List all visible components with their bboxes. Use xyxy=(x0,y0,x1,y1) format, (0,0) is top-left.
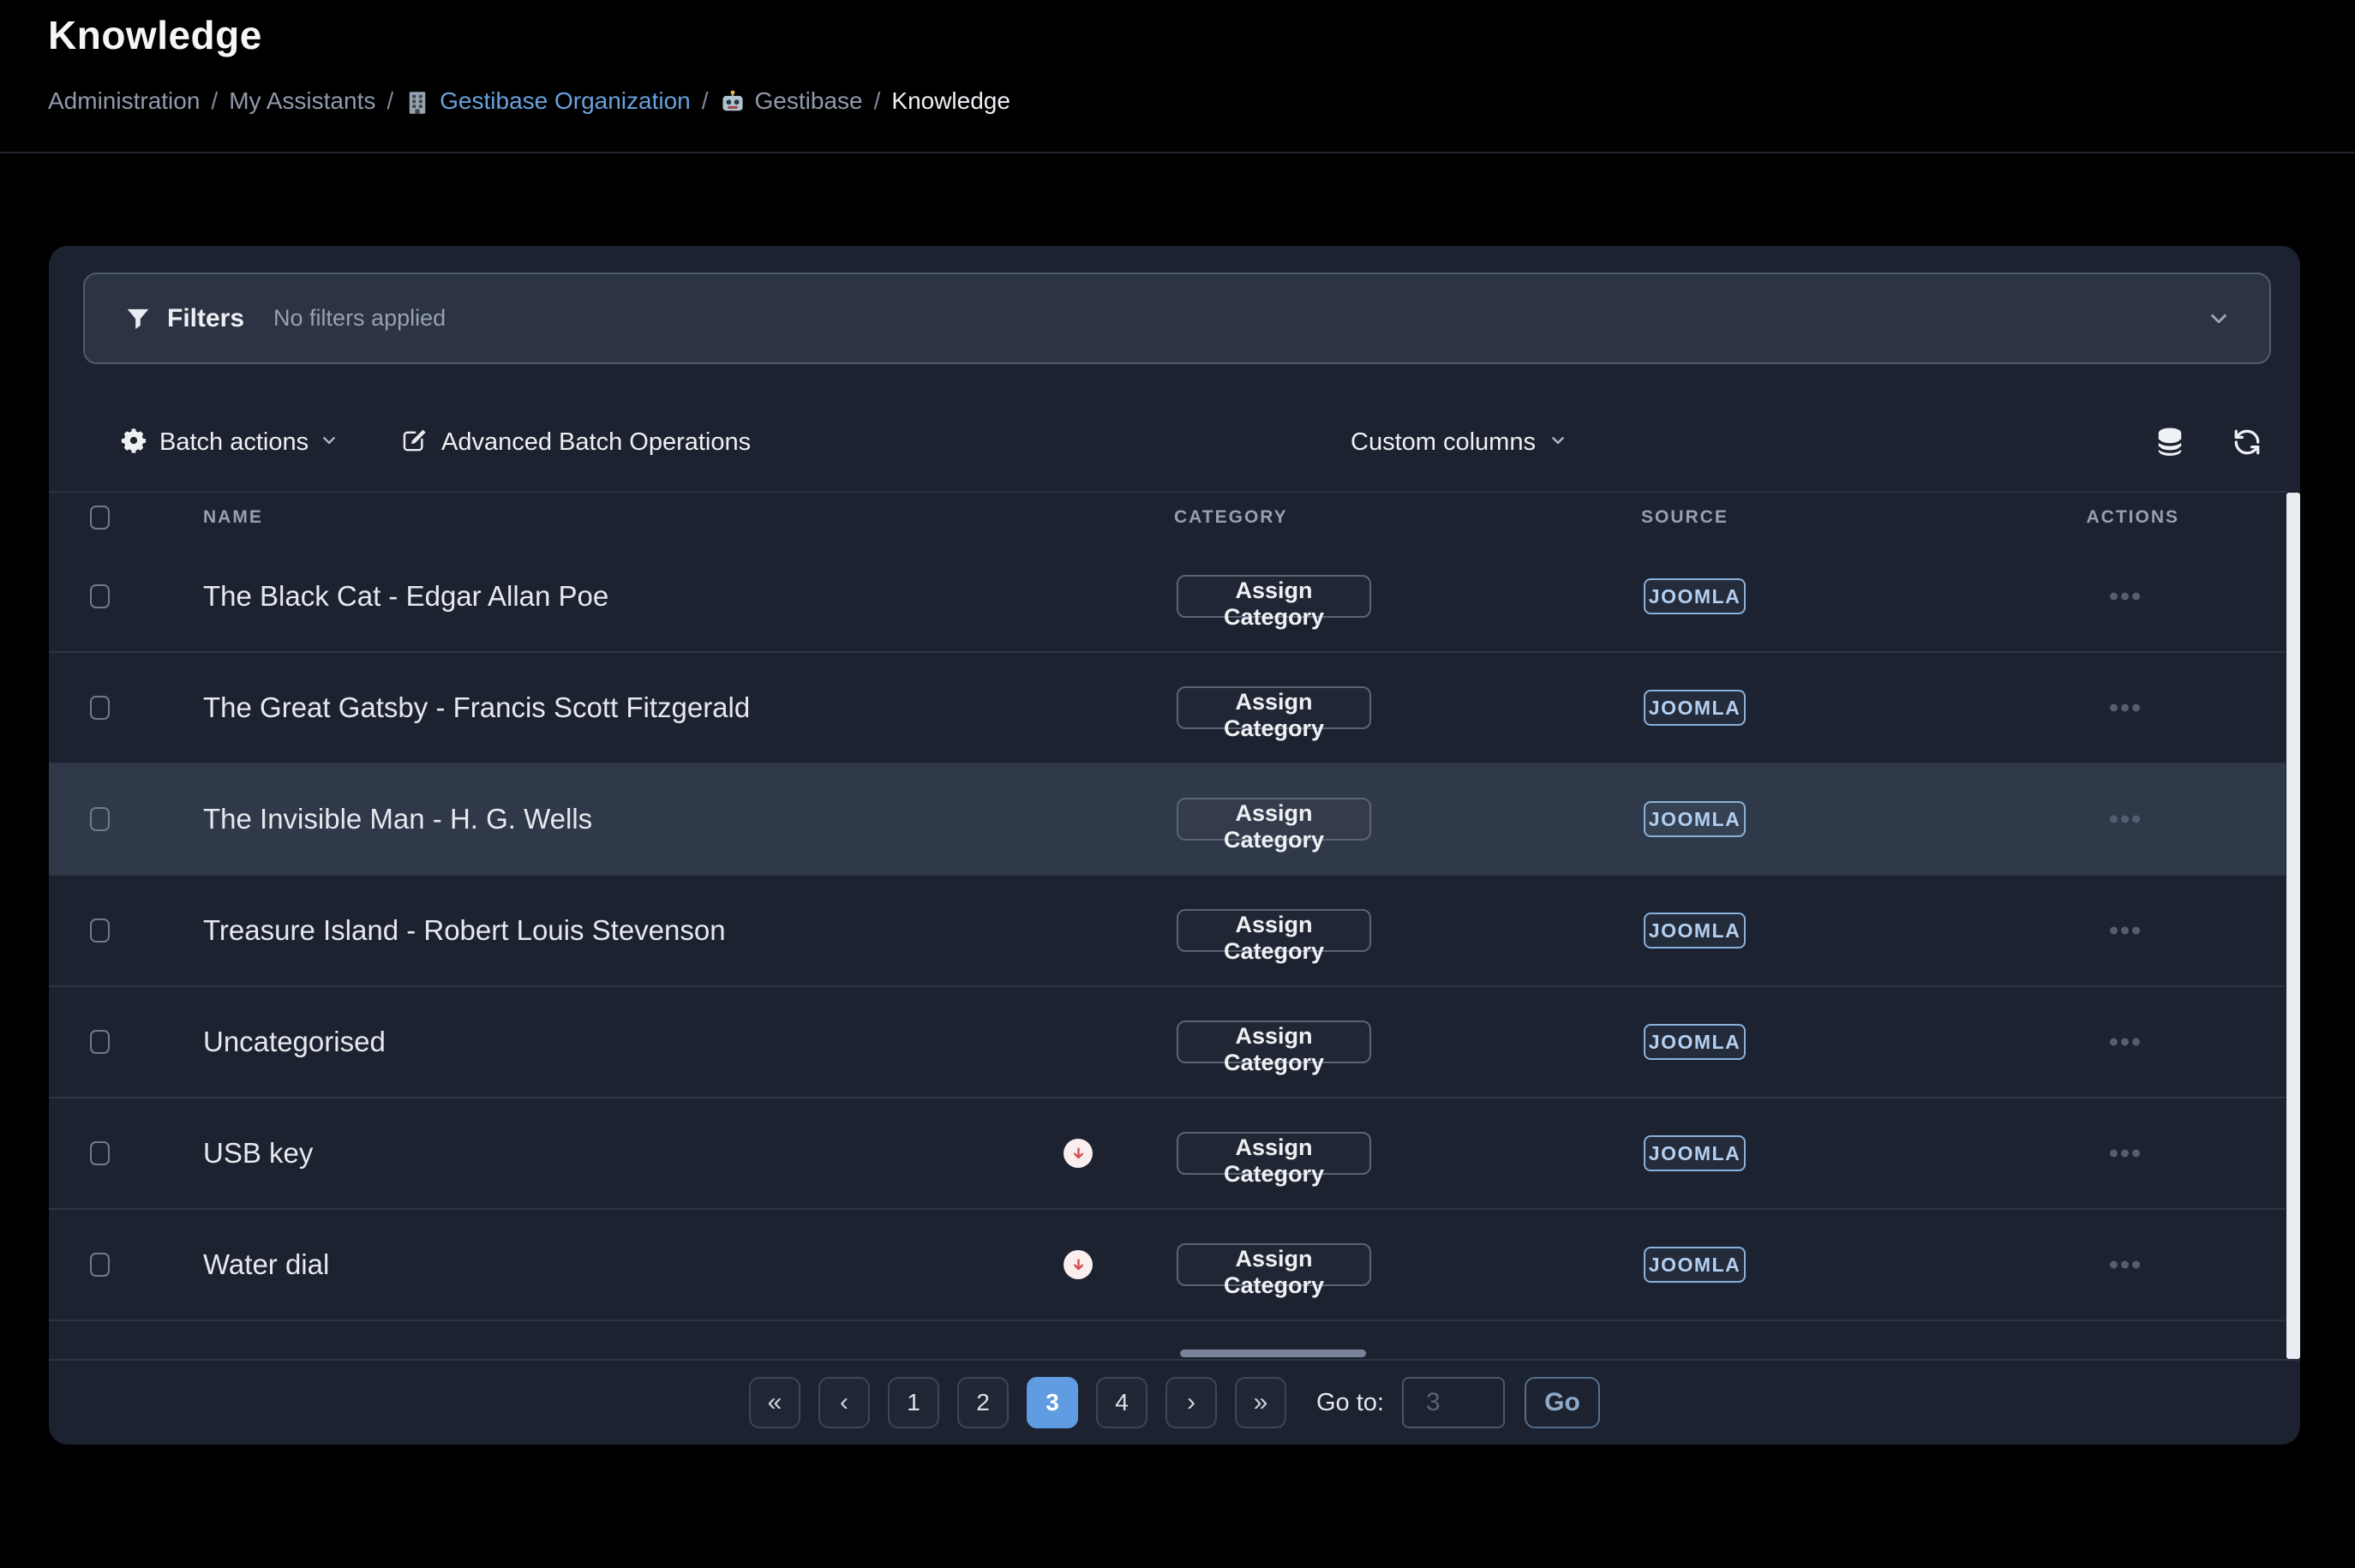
row-name: Water dial xyxy=(203,1248,329,1281)
filters-bar[interactable]: Filters No filters applied xyxy=(83,272,2271,364)
page-2-button[interactable]: 2 xyxy=(957,1377,1009,1428)
row-actions-menu[interactable] xyxy=(2106,1143,2143,1164)
source-badge: JOOMLA xyxy=(1644,1247,1746,1283)
assign-category-button[interactable]: Assign Category xyxy=(1177,686,1371,729)
table-row[interactable]: The Great Gatsby - Francis Scott Fitzger… xyxy=(49,653,2286,764)
chevron-down-icon xyxy=(1549,432,1567,453)
column-header-name: NAME xyxy=(203,507,263,528)
table-header-row: NAME CATEGORY SOURCE ACTIONS xyxy=(49,493,2286,542)
page-1-button[interactable]: 1 xyxy=(888,1377,939,1428)
sync-error-icon xyxy=(1064,1250,1093,1279)
breadcrumb-my-assistants[interactable]: My Assistants xyxy=(229,87,375,115)
table-toolbar: Batch actions Advanced Batch Operations … xyxy=(49,416,2300,469)
page-4-button[interactable]: 4 xyxy=(1096,1377,1148,1428)
row-actions-menu[interactable] xyxy=(2106,1032,2143,1053)
row-actions-menu[interactable] xyxy=(2106,697,2143,719)
gear-icon xyxy=(120,427,147,458)
header-divider xyxy=(0,152,2355,153)
sync-error-icon xyxy=(1064,1139,1093,1168)
advanced-batch-operations-button[interactable]: Advanced Batch Operations xyxy=(400,416,751,469)
next-page-button[interactable]: › xyxy=(1166,1377,1217,1428)
row-name: USB key xyxy=(203,1137,313,1170)
breadcrumb-separator: / xyxy=(874,87,881,115)
row-name: Uncategorised xyxy=(203,1026,386,1058)
table-row[interactable]: Water dial Assign Category JOOMLA xyxy=(49,1210,2286,1321)
breadcrumb-separator: / xyxy=(387,87,393,115)
row-actions-menu[interactable] xyxy=(2106,809,2143,830)
custom-columns-label: Custom columns xyxy=(1351,428,1536,457)
last-page-button[interactable]: » xyxy=(1235,1377,1286,1428)
first-page-button[interactable]: « xyxy=(749,1377,800,1428)
knowledge-page: Knowledge Administration / My Assistants… xyxy=(0,0,2355,1568)
database-icon[interactable] xyxy=(2155,416,2184,469)
source-badge: JOOMLA xyxy=(1644,690,1746,726)
knowledge-panel: Filters No filters applied Batch actions xyxy=(49,246,2300,1445)
breadcrumb-administration[interactable]: Administration xyxy=(48,87,200,115)
column-header-actions: ACTIONS xyxy=(2087,507,2180,528)
row-name: The Invisible Man - H. G. Wells xyxy=(203,803,592,835)
go-button[interactable]: Go xyxy=(1525,1377,1600,1428)
assign-category-button[interactable]: Assign Category xyxy=(1177,798,1371,841)
pagination-bar: « ‹ 1 2 3 4 › » Go to: Go xyxy=(49,1359,2300,1445)
source-badge: JOOMLA xyxy=(1644,801,1746,837)
advanced-batch-operations-label: Advanced Batch Operations xyxy=(441,428,751,457)
prev-page-button[interactable]: ‹ xyxy=(818,1377,870,1428)
custom-columns-button[interactable]: Custom columns xyxy=(1351,416,1567,469)
page-3-button-active[interactable]: 3 xyxy=(1027,1377,1078,1428)
goto-page-label: Go to: xyxy=(1316,1389,1384,1417)
column-header-source: SOURCE xyxy=(1641,507,1729,528)
table-row[interactable]: Uncategorised Assign Category JOOMLA xyxy=(49,987,2286,1098)
row-checkbox[interactable] xyxy=(90,1141,110,1165)
source-badge: JOOMLA xyxy=(1644,1135,1746,1171)
horizontal-scrollbar[interactable] xyxy=(1180,1350,1366,1357)
source-badge: JOOMLA xyxy=(1644,913,1746,949)
filter-icon xyxy=(126,307,150,331)
assign-category-button[interactable]: Assign Category xyxy=(1177,1132,1371,1175)
assign-category-button[interactable]: Assign Category xyxy=(1177,1020,1371,1063)
breadcrumb: Administration / My Assistants / Gestiba… xyxy=(48,87,1010,115)
row-checkbox[interactable] xyxy=(90,696,110,720)
chevron-down-icon[interactable] xyxy=(2208,308,2230,330)
select-all-checkbox[interactable] xyxy=(90,506,110,530)
vertical-scrollbar[interactable] xyxy=(2286,493,2300,1359)
row-actions-menu[interactable] xyxy=(2106,1254,2143,1276)
assign-category-button[interactable]: Assign Category xyxy=(1177,909,1371,952)
row-checkbox[interactable] xyxy=(90,584,110,608)
chevron-down-icon xyxy=(321,432,338,453)
filters-label: Filters xyxy=(167,304,244,333)
row-name: Treasure Island - Robert Louis Stevenson xyxy=(203,914,726,947)
breadcrumb-knowledge: Knowledge xyxy=(891,87,1010,115)
row-name: The Black Cat - Edgar Allan Poe xyxy=(203,580,608,613)
building-icon xyxy=(404,90,430,116)
goto-page-input[interactable] xyxy=(1402,1377,1505,1428)
row-checkbox[interactable] xyxy=(90,807,110,831)
row-actions-menu[interactable] xyxy=(2106,586,2143,607)
assign-category-button[interactable]: Assign Category xyxy=(1177,1243,1371,1286)
table-row[interactable]: Treasure Island - Robert Louis Stevenson… xyxy=(49,876,2286,987)
table-row[interactable]: USB key Assign Category JOOMLA xyxy=(49,1098,2286,1210)
batch-actions-label: Batch actions xyxy=(159,428,309,457)
filters-status: No filters applied xyxy=(273,305,446,332)
breadcrumb-separator: / xyxy=(702,87,709,115)
table-row[interactable]: The Black Cat - Edgar Allan Poe Assign C… xyxy=(49,542,2286,653)
row-actions-menu[interactable] xyxy=(2106,920,2143,942)
column-header-category: CATEGORY xyxy=(1174,507,1288,528)
breadcrumb-gestibase[interactable]: Gestibase xyxy=(755,87,863,115)
breadcrumb-separator: / xyxy=(211,87,218,115)
edit-square-icon xyxy=(400,427,428,458)
source-badge: JOOMLA xyxy=(1644,1024,1746,1060)
table-row-selected[interactable]: The Invisible Man - H. G. Wells Assign C… xyxy=(49,764,2286,876)
source-badge: JOOMLA xyxy=(1644,578,1746,614)
page-title: Knowledge xyxy=(48,12,262,58)
batch-actions-button[interactable]: Batch actions xyxy=(120,416,338,469)
row-checkbox[interactable] xyxy=(90,919,110,943)
row-name: The Great Gatsby - Francis Scott Fitzger… xyxy=(203,691,750,724)
row-checkbox[interactable] xyxy=(90,1030,110,1054)
breadcrumb-gestibase-organization[interactable]: Gestibase Organization xyxy=(440,87,691,115)
assign-category-button[interactable]: Assign Category xyxy=(1177,575,1371,618)
robot-icon xyxy=(720,90,746,116)
row-checkbox[interactable] xyxy=(90,1253,110,1277)
refresh-icon[interactable] xyxy=(2232,416,2262,469)
